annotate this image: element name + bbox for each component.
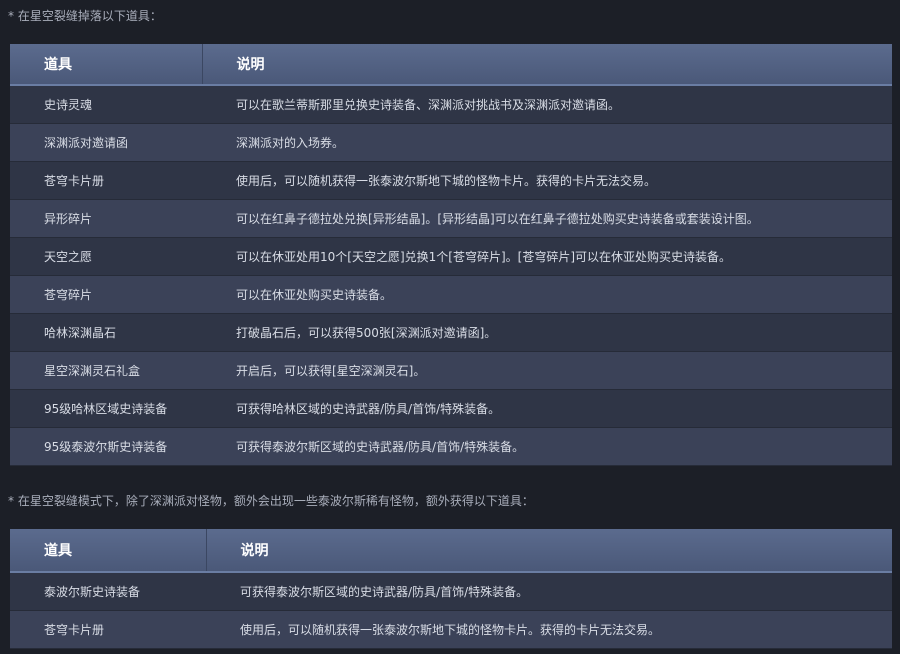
table-row: 95级泰波尔斯史诗装备 可获得泰波尔斯区域的史诗武器/防具/首饰/特殊装备。	[10, 427, 892, 466]
column-header-description: 说明	[202, 44, 892, 86]
item-description: 可以在休亚处购买史诗装备。	[236, 288, 393, 302]
table-row: 95级哈林区域史诗装备 可获得哈林区域的史诗武器/防具/首饰/特殊装备。	[10, 389, 892, 428]
item-name: 天空之愿	[44, 250, 93, 264]
item-description: 可获得哈林区域的史诗武器/防具/首饰/特殊装备。	[236, 402, 501, 416]
item-description: 可以在歌兰蒂斯那里兑换史诗装备、深渊派对挑战书及深渊派对邀请函。	[236, 98, 621, 112]
page: * 在星空裂缝掉落以下道具： 道具 说明 史诗灵魂 可以在歌兰蒂斯那里兑换史诗装…	[0, 0, 900, 654]
table-row: 苍穹卡片册 使用后，可以随机获得一张泰波尔斯地下城的怪物卡片。获得的卡片无法交易…	[10, 610, 892, 649]
extra-items-table: 道具 说明 泰波尔斯史诗装备 可获得泰波尔斯区域的史诗武器/防具/首饰/特殊装备…	[10, 529, 892, 649]
table-row: 深渊派对邀请函 深渊派对的入场券。	[10, 123, 892, 162]
section1-note: * 在星空裂缝掉落以下道具：	[8, 9, 162, 23]
item-name: 苍穹碎片	[44, 288, 93, 302]
item-name: 95级泰波尔斯史诗装备	[44, 440, 168, 454]
table-row: 史诗灵魂 可以在歌兰蒂斯那里兑换史诗装备、深渊派对挑战书及深渊派对邀请函。	[10, 85, 892, 124]
item-description: 可获得泰波尔斯区域的史诗武器/防具/首饰/特殊装备。	[240, 585, 529, 599]
section2-note: * 在星空裂缝模式下，除了深渊派对怪物，额外会出现一些泰波尔斯稀有怪物，额外获得…	[8, 494, 534, 508]
item-description: 打破晶石后，可以获得500张[深渊派对邀请函]。	[236, 326, 497, 340]
table-header-row: 道具 说明	[10, 44, 892, 86]
column-header-description: 说明	[206, 529, 892, 573]
item-name: 苍穹卡片册	[44, 623, 105, 637]
item-name: 异形碎片	[44, 212, 93, 226]
item-description: 可以在红鼻子德拉处兑换[异形结晶]。[异形结晶]可以在红鼻子德拉处购买史诗装备或…	[236, 212, 759, 226]
column-header-item: 道具	[10, 44, 203, 86]
table-row: 泰波尔斯史诗装备 可获得泰波尔斯区域的史诗武器/防具/首饰/特殊装备。	[10, 572, 892, 611]
item-description: 开启后，可以获得[星空深渊灵石]。	[236, 364, 426, 378]
table-header-row: 道具 说明	[10, 529, 892, 573]
table-row: 异形碎片 可以在红鼻子德拉处兑换[异形结晶]。[异形结晶]可以在红鼻子德拉处购买…	[10, 199, 892, 238]
item-name: 深渊派对邀请函	[44, 136, 129, 150]
item-description: 使用后，可以随机获得一张泰波尔斯地下城的怪物卡片。获得的卡片无法交易。	[240, 623, 661, 637]
table-row: 苍穹卡片册 使用后，可以随机获得一张泰波尔斯地下城的怪物卡片。获得的卡片无法交易…	[10, 161, 892, 200]
item-description: 可以在休亚处用10个[天空之愿]兑换1个[苍穹碎片]。[苍穹碎片]可以在休亚处购…	[236, 250, 731, 264]
item-description: 深渊派对的入场券。	[236, 136, 345, 150]
item-description: 使用后，可以随机获得一张泰波尔斯地下城的怪物卡片。获得的卡片无法交易。	[236, 174, 657, 188]
item-name: 星空深渊灵石礼盒	[44, 364, 141, 378]
item-name: 苍穹卡片册	[44, 174, 105, 188]
table-row: 星空深渊灵石礼盒 开启后，可以获得[星空深渊灵石]。	[10, 351, 892, 390]
table-row: 天空之愿 可以在休亚处用10个[天空之愿]兑换1个[苍穹碎片]。[苍穹碎片]可以…	[10, 237, 892, 276]
table-row: 苍穹碎片 可以在休亚处购买史诗装备。	[10, 275, 892, 314]
item-name: 泰波尔斯史诗装备	[44, 585, 141, 599]
table-row: 哈林深渊晶石 打破晶石后，可以获得500张[深渊派对邀请函]。	[10, 313, 892, 352]
item-name: 95级哈林区域史诗装备	[44, 402, 168, 416]
column-header-item: 道具	[10, 529, 207, 573]
item-description: 可获得泰波尔斯区域的史诗武器/防具/首饰/特殊装备。	[236, 440, 525, 454]
item-name: 史诗灵魂	[44, 98, 93, 112]
drop-items-table: 道具 说明 史诗灵魂 可以在歌兰蒂斯那里兑换史诗装备、深渊派对挑战书及深渊派对邀…	[10, 44, 892, 466]
item-name: 哈林深渊晶石	[44, 326, 117, 340]
